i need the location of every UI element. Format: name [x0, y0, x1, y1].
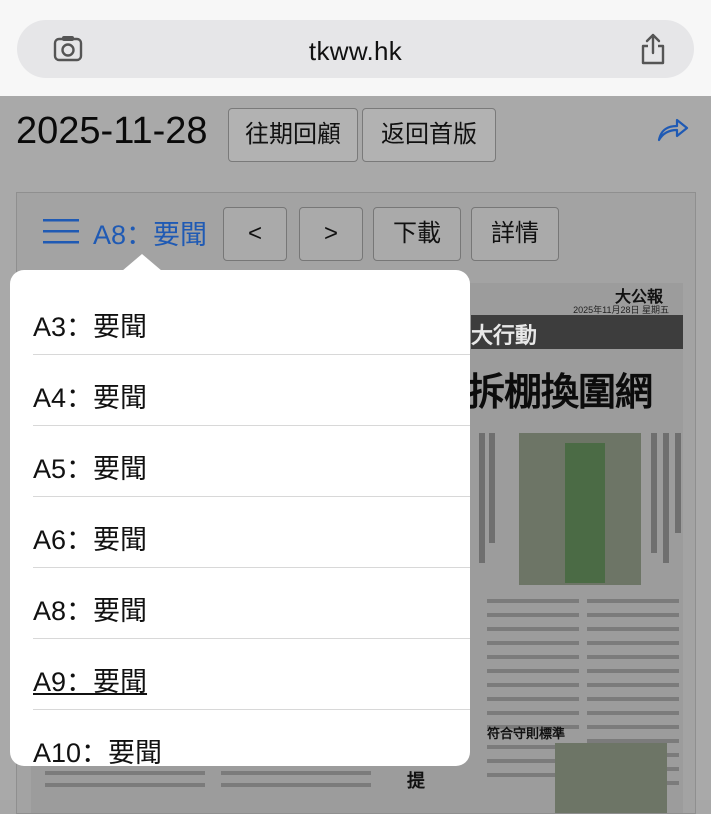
text-line [45, 783, 205, 787]
issue-date: 2025-11-28 [16, 110, 208, 152]
text-line [587, 627, 679, 631]
address-bar[interactable]: tkww.hk [17, 20, 694, 78]
text-line [487, 711, 579, 715]
menu-item-a5[interactable]: A5：要聞 [33, 426, 470, 497]
text-line [587, 655, 679, 659]
text-line [221, 771, 371, 775]
menu-item-a8[interactable]: A8：要聞 [33, 568, 470, 639]
menu-item-label: A10：要聞 [33, 738, 163, 766]
paper-side-char: 提 [407, 771, 425, 791]
details-button[interactable]: 詳情 [471, 207, 559, 261]
back-to-front-button[interactable]: 返回首版 [362, 108, 496, 162]
current-section[interactable]: A8：要聞 [93, 213, 207, 252]
text-line [487, 669, 579, 673]
text-line [587, 697, 679, 701]
text-line [487, 599, 579, 603]
menu-item-label: A5：要聞 [33, 454, 148, 484]
text-line [587, 613, 679, 617]
text-line [45, 771, 205, 775]
menu-item-label: A8：要聞 [33, 596, 148, 626]
menu-item-label: A4：要聞 [33, 383, 148, 413]
menu-item-a4[interactable]: A4：要聞 [33, 355, 470, 426]
paper-photo-2 [555, 743, 667, 813]
menu-item-label: A6：要聞 [33, 525, 148, 555]
next-page-button[interactable]: > [299, 207, 363, 261]
menu-item-a6[interactable]: A6：要聞 [33, 497, 470, 568]
download-button[interactable]: 下載 [373, 207, 461, 261]
text-line [587, 683, 679, 687]
paper-headline: 拆棚換圍網 [467, 369, 653, 414]
menu-item-a10[interactable]: A10：要聞 [33, 710, 470, 766]
text-line [587, 725, 679, 729]
url-text[interactable]: tkww.hk [17, 36, 694, 67]
text-column [663, 433, 669, 563]
text-column [489, 433, 495, 543]
text-line [587, 669, 679, 673]
menu-item-a9[interactable]: A9：要聞 [33, 639, 470, 710]
share-icon[interactable] [640, 33, 666, 65]
menu-item-label: A3：要聞 [33, 312, 148, 342]
share-forward-icon[interactable] [657, 116, 689, 142]
paper-banner-text: 大行動 [471, 323, 538, 348]
menu-pointer [122, 254, 162, 271]
text-line [587, 599, 679, 603]
text-line [487, 683, 579, 687]
browser-toolbar: tkww.hk [0, 0, 711, 96]
text-line [587, 641, 679, 645]
text-line [487, 613, 579, 617]
text-line [487, 697, 579, 701]
text-line [587, 711, 679, 715]
menu-item-a3[interactable]: A3：要聞 [33, 284, 470, 355]
text-line [487, 641, 579, 645]
text-column [651, 433, 657, 553]
section-menu: A3：要聞 A4：要聞 A5：要聞 A6：要聞 A8：要聞 A9：要聞 A10：… [10, 270, 470, 766]
paper-subhead: 符合守則標準 [487, 726, 566, 741]
text-column [675, 433, 681, 533]
menu-item-label: A9：要聞 [33, 667, 148, 697]
past-issues-button[interactable]: 往期回顧 [228, 108, 358, 162]
text-line [487, 655, 579, 659]
prev-page-button[interactable]: < [223, 207, 287, 261]
text-column [479, 433, 485, 563]
paper-photo-detail [565, 443, 605, 583]
text-line [487, 627, 579, 631]
text-line [221, 783, 371, 787]
menu-icon[interactable] [43, 217, 79, 245]
